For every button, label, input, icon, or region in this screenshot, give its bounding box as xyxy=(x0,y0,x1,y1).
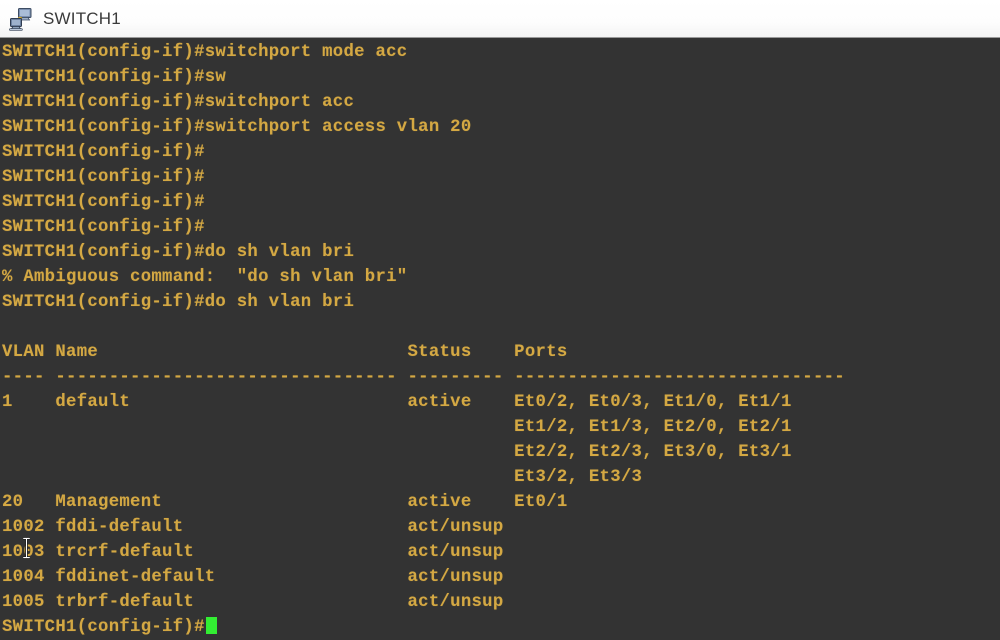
terminal-block-cursor xyxy=(205,617,217,634)
terminal-line: 1004 fddinet-default act/unsup xyxy=(2,568,504,587)
terminal-line: SWITCH1(config-if)#do sh vlan bri xyxy=(2,293,355,312)
terminal-window: SWITCH1 SWITCH1(config-if)#switchport mo… xyxy=(0,0,1000,640)
terminal-line: SWITCH1(config-if)#sw xyxy=(2,68,227,87)
network-switch-icon xyxy=(9,7,32,31)
terminal-prompt: SWITCH1(config-if)# xyxy=(2,618,205,637)
terminal-line: % Ambiguous command: "do sh vlan bri" xyxy=(2,268,408,287)
terminal-line: 1 default active Et0/2, Et0/3, Et1/0, Et… xyxy=(2,393,792,412)
terminal-line: SWITCH1(config-if)# xyxy=(2,168,205,187)
terminal-line: SWITCH1(config-if)#switchport mode acc xyxy=(2,43,408,62)
terminal-line: Et1/2, Et1/3, Et2/0, Et2/1 xyxy=(2,418,792,437)
terminal-line: VLAN Name Status Ports xyxy=(2,343,568,362)
terminal-line: SWITCH1(config-if)#do sh vlan bri xyxy=(2,243,355,262)
terminal-line: SWITCH1(config-if)#switchport acc xyxy=(2,93,355,112)
terminal-prompt-line[interactable]: SWITCH1(config-if)# xyxy=(2,615,1000,640)
window-title: SWITCH1 xyxy=(43,8,121,28)
terminal-body[interactable]: SWITCH1(config-if)#switchport mode acc SW… xyxy=(0,38,1000,640)
terminal-line: Et3/2, Et3/3 xyxy=(2,468,643,487)
terminal-line: SWITCH1(config-if)# xyxy=(2,218,205,237)
terminal-line: 20 Management active Et0/1 xyxy=(2,493,568,512)
terminal-line: ---- -------------------------------- --… xyxy=(2,368,845,387)
window-titlebar: SWITCH1 xyxy=(0,0,1000,38)
terminal-line: 1002 fddi-default act/unsup xyxy=(2,518,504,537)
terminal-line: SWITCH1(config-if)# xyxy=(2,193,205,212)
terminal-line: SWITCH1(config-if)#switchport access vla… xyxy=(2,118,472,137)
terminal-line: Et2/2, Et2/3, Et3/0, Et3/1 xyxy=(2,443,792,462)
terminal-line: 1005 trbrf-default act/unsup xyxy=(2,593,504,612)
terminal-line: 1003 trcrf-default act/unsup xyxy=(2,543,504,562)
terminal-output: SWITCH1(config-if)#switchport mode acc SW… xyxy=(2,40,1000,640)
terminal-line: SWITCH1(config-if)# xyxy=(2,143,205,162)
